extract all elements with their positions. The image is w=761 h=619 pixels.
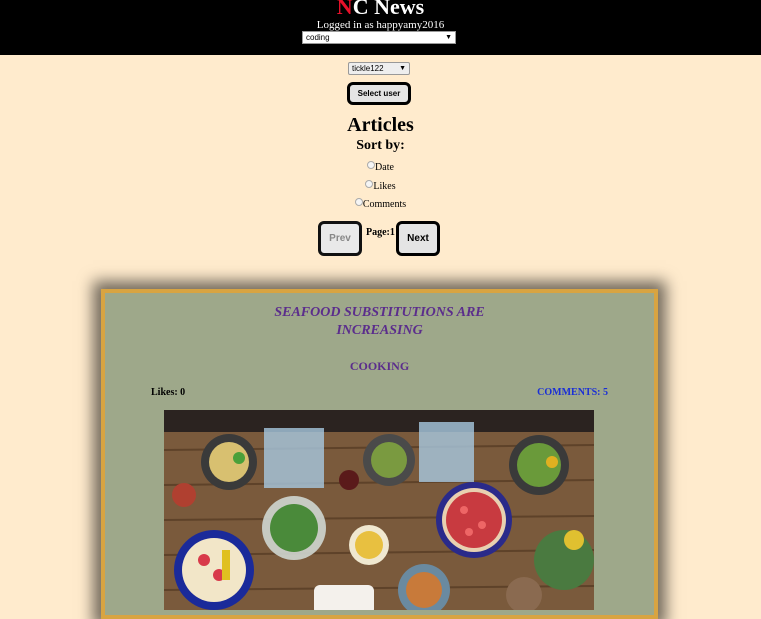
radio-icon[interactable] [367,161,376,169]
sort-option-date[interactable]: Date [0,161,761,173]
article-title-line: SEAFOOD SUBSTITUTIONS ARE [274,305,485,320]
site-logo[interactable]: NC News [0,0,761,20]
sort-option-likes[interactable]: Likes [0,180,761,192]
dropdown-arrow-icon: ▼ [399,65,406,72]
dropdown-arrow-icon: ▼ [445,34,452,41]
page-indicator: Page:1 [366,227,395,238]
article-topic: COOKING [349,359,410,373]
topic-select-value: coding [306,33,330,42]
sort-by-label: Sort by: [356,138,405,153]
sort-option-comments[interactable]: Comments [0,198,761,210]
user-select[interactable]: tickle122 ▼ [348,62,410,75]
next-page-button[interactable]: Next [396,221,440,256]
articles-heading: Articles [347,114,414,136]
sort-option-label: Date [375,162,394,173]
food-table-photo-icon [164,410,594,610]
sort-option-label: Likes [373,181,396,192]
user-select-value: tickle122 [352,64,384,73]
logo-text: C News [352,0,425,19]
article-title[interactable]: SEAFOOD SUBSTITUTIONS ARE INCREASING [105,304,654,340]
select-user-button[interactable]: Select user [347,82,411,105]
sort-option-label: Comments [362,199,407,210]
prev-page-button[interactable]: Prev [318,221,362,256]
article-likes: Likes: 0 [151,387,186,398]
article-title-line: INCREASING [336,323,423,338]
logged-in-status: Logged in as happyamy2016 [316,19,445,31]
topic-select[interactable]: coding ▼ [302,31,456,44]
logo-accent-letter: N [336,0,353,19]
header-bar: NC News Logged in as happyamy2016 coding… [0,0,761,55]
article-card[interactable]: SEAFOOD SUBSTITUTIONS ARE INCREASING COO… [101,289,658,619]
article-comments-link[interactable]: COMMENTS: 5 [537,387,608,398]
radio-icon[interactable] [354,198,363,206]
article-image [164,410,594,610]
